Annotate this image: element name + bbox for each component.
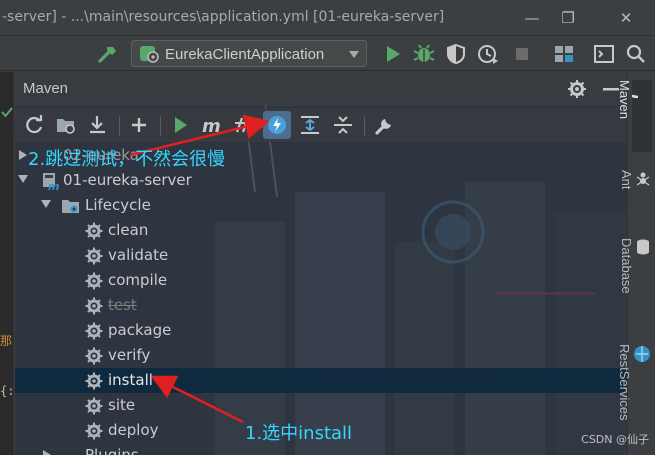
tab-maven[interactable]: m Maven	[617, 80, 652, 152]
coverage-icon[interactable]	[444, 42, 468, 66]
stop-icon[interactable]	[510, 42, 534, 66]
tab-database[interactable]: Database	[619, 238, 652, 318]
gutter-fragment: {:	[0, 384, 14, 398]
checkmark-icon	[1, 107, 13, 118]
window-title: -server] - ...\main\resources\applicatio…	[2, 9, 445, 25]
project-structure-icon[interactable]	[552, 42, 576, 66]
right-tool-strip: m Maven Ant Database RestServices	[617, 72, 655, 455]
terminal-icon[interactable]	[592, 42, 616, 66]
build-hammer-icon[interactable]	[96, 42, 120, 66]
run-configuration-select[interactable]: EurekaClientApplication	[131, 40, 367, 67]
close-button[interactable]: ✕	[614, 6, 638, 30]
maven-tool-window: Maven m 02-eureka m 01-eureka-server Lif…	[15, 72, 627, 455]
arrow-to-install	[150, 375, 244, 424]
database-icon	[637, 239, 649, 255]
ant-icon	[636, 172, 650, 186]
debug-icon[interactable]	[412, 42, 436, 66]
profiler-icon[interactable]	[476, 42, 500, 66]
annotation-arrows	[129, 114, 270, 424]
minimize-button[interactable]: —	[520, 6, 544, 30]
watermark: CSDN @仙子	[581, 433, 649, 446]
annotation-select-install: 1.选中install	[245, 423, 353, 444]
editor-gutter: 那 {:	[0, 72, 14, 455]
chevron-down-icon	[349, 51, 359, 58]
search-icon[interactable]	[624, 42, 648, 66]
annotation-skip-tests: 2.跳过测试，不然会很慢	[28, 149, 226, 170]
svg-text:m: m	[632, 94, 642, 98]
rest-services-icon	[634, 346, 650, 362]
tab-ant[interactable]: Ant	[619, 170, 652, 218]
restore-button[interactable]: ❐	[556, 6, 580, 30]
maven-icon: m	[632, 94, 642, 98]
tab-label: Database	[619, 238, 634, 294]
spring-boot-icon	[140, 46, 159, 63]
tab-label: RestServices	[617, 344, 632, 421]
run-icon[interactable]	[380, 42, 404, 66]
gutter-fragment: 那	[0, 334, 13, 348]
run-configuration-label: EurekaClientApplication	[165, 46, 325, 63]
tab-label: Ant	[619, 170, 634, 190]
title-bar: -server] - ...\main\resources\applicatio…	[0, 0, 655, 36]
tab-label: Maven	[617, 80, 632, 120]
main-toolbar: EurekaClientApplication	[0, 37, 655, 71]
